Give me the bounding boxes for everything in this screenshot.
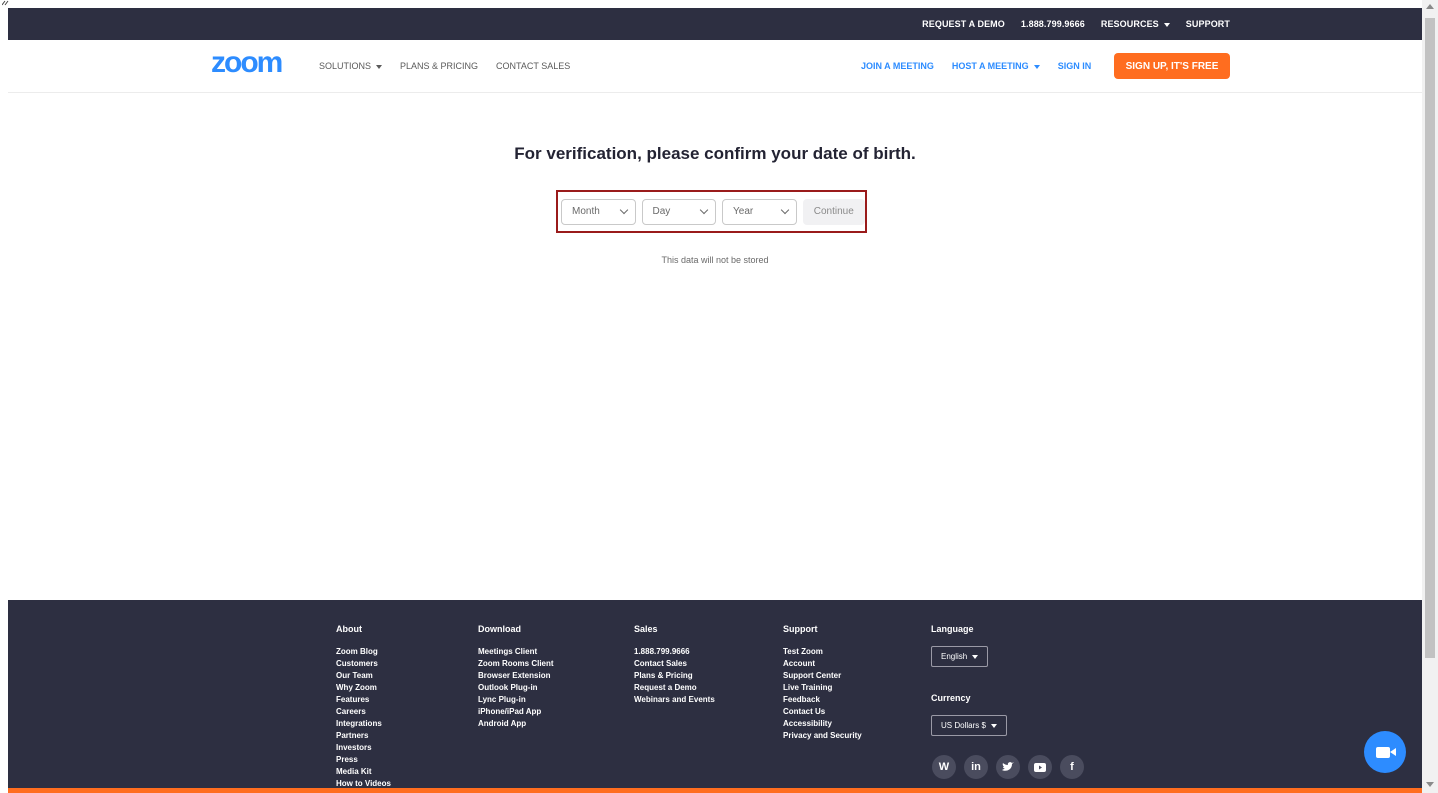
zoom-logo[interactable]: zoom [211, 46, 283, 80]
footer-link[interactable]: How to Videos [336, 779, 391, 788]
caret-down-icon [990, 723, 997, 728]
caret-down-icon [972, 654, 979, 659]
footer-link[interactable]: Contact Sales [634, 659, 687, 668]
footer-heading: Language [931, 624, 974, 634]
footer-link[interactable]: Accessibility [783, 719, 832, 728]
caret-down-icon [1033, 64, 1040, 69]
top-utility-bar: REQUEST A DEMO 1.888.799.9666 RESOURCES … [8, 8, 1422, 40]
footer-link[interactable]: Integrations [336, 719, 382, 728]
footer-support-column: Support Test Zoom Account Support Center… [783, 624, 862, 742]
footer-heading: Download [478, 624, 521, 634]
scroll-down-icon[interactable] [1426, 782, 1434, 787]
corner-mark-icon [2, 0, 9, 6]
footer-link[interactable]: Why Zoom [336, 683, 377, 692]
day-select[interactable]: Day [641, 198, 717, 225]
host-meeting-label: HOST A MEETING [951, 61, 1029, 71]
solutions-menu[interactable]: SOLUTIONS [319, 61, 383, 71]
footer-link[interactable]: Android App [478, 719, 526, 728]
social-links: W in f [932, 755, 1084, 779]
footer-link[interactable]: Plans & Pricing [634, 671, 693, 680]
footer-language-column: Language English Currency US Dollars $ [931, 624, 1007, 736]
footer-link[interactable]: Outlook Plug-in [478, 683, 538, 692]
wordpress-icon[interactable]: W [932, 755, 956, 779]
footer-link[interactable]: Webinars and Events [634, 695, 715, 704]
phone-link[interactable]: 1.888.799.9666 [1021, 19, 1085, 29]
month-select-value: Month [572, 206, 600, 217]
month-select[interactable]: Month [561, 198, 636, 225]
linkedin-icon[interactable]: in [964, 755, 988, 779]
footer-link[interactable]: Feedback [783, 695, 820, 704]
twitter-icon[interactable] [996, 755, 1020, 779]
footer-link[interactable]: Media Kit [336, 767, 372, 776]
footer: About Zoom Blog Customers Our Team Why Z… [8, 600, 1422, 788]
facebook-icon[interactable]: f [1060, 755, 1084, 779]
scroll-up-icon[interactable] [1426, 4, 1434, 9]
chevron-down-icon [780, 205, 789, 215]
footer-link[interactable]: Contact Us [783, 707, 825, 716]
footer-link[interactable]: Account [783, 659, 815, 668]
caret-down-icon [376, 64, 383, 69]
continue-button[interactable]: Continue [802, 198, 865, 225]
support-link[interactable]: SUPPORT [1186, 19, 1230, 29]
footer-heading: Support [783, 624, 818, 634]
year-select-value: Year [733, 206, 754, 217]
resources-label: RESOURCES [1100, 19, 1159, 29]
footer-link[interactable]: 1.888.799.9666 [634, 647, 690, 656]
page-title: For verification, please confirm your da… [514, 144, 916, 163]
footer-link[interactable]: Customers [336, 659, 378, 668]
caret-down-icon [1163, 22, 1170, 27]
chevron-down-icon [619, 205, 628, 215]
footer-link[interactable]: iPhone/iPad App [478, 707, 541, 716]
footer-heading: Currency [931, 693, 971, 703]
language-dropdown[interactable]: English [931, 646, 989, 667]
video-camera-icon [1376, 746, 1396, 758]
chat-widget-button[interactable] [1364, 731, 1406, 773]
footer-link[interactable]: Investors [336, 743, 372, 752]
footer-link[interactable]: Meetings Client [478, 647, 537, 656]
footer-link[interactable]: Privacy and Security [783, 731, 862, 740]
join-meeting-link[interactable]: JOIN A MEETING [861, 61, 934, 71]
footer-link[interactable]: Lync Plug-in [478, 695, 526, 704]
footer-link[interactable]: Live Training [783, 683, 832, 692]
twitter-glyph [1002, 762, 1014, 771]
youtube-icon[interactable] [1028, 755, 1052, 779]
resources-menu[interactable]: RESOURCES [1101, 19, 1170, 29]
day-select-value: Day [652, 206, 671, 217]
footer-download-column: Download Meetings Client Zoom Rooms Clie… [478, 624, 554, 730]
privacy-note: This data will not be stored [661, 255, 769, 265]
plans-pricing-link[interactable]: PLANS & PRICING [400, 61, 478, 71]
footer-heading: Sales [634, 624, 658, 634]
language-value: English [941, 652, 968, 661]
footer-link[interactable]: Zoom Rooms Client [478, 659, 554, 668]
footer-link[interactable]: Support Center [783, 671, 841, 680]
footer-link[interactable]: Test Zoom [783, 647, 823, 656]
currency-dropdown[interactable]: US Dollars $ [931, 715, 1007, 736]
main-navbar: zoom SOLUTIONS PLANS & PRICING CONTACT S… [8, 40, 1422, 93]
chevron-down-icon [699, 205, 709, 215]
request-demo-link[interactable]: REQUEST A DEMO [922, 19, 1005, 29]
dob-form: Month Day Year Continue [556, 190, 867, 233]
footer-about-column: About Zoom Blog Customers Our Team Why Z… [336, 624, 391, 790]
footer-link[interactable]: Zoom Blog [336, 647, 378, 656]
contact-sales-link[interactable]: CONTACT SALES [496, 61, 570, 71]
footer-link[interactable]: Our Team [336, 671, 373, 680]
footer-link[interactable]: Browser Extension [478, 671, 550, 680]
scrollbar-thumb[interactable] [1425, 18, 1435, 658]
year-select[interactable]: Year [722, 198, 797, 225]
currency-value: US Dollars $ [941, 721, 986, 730]
footer-link[interactable]: Request a Demo [634, 683, 697, 692]
footer-link[interactable]: Careers [336, 707, 366, 716]
footer-link[interactable]: Press [336, 755, 358, 764]
footer-sales-column: Sales 1.888.799.9666 Contact Sales Plans… [634, 624, 715, 706]
footer-link[interactable]: Partners [336, 731, 368, 740]
host-meeting-menu[interactable]: HOST A MEETING [952, 61, 1040, 71]
sign-in-link[interactable]: SIGN IN [1058, 61, 1092, 71]
signup-button[interactable]: SIGN UP, IT'S FREE [1114, 53, 1230, 79]
footer-accent-bar [8, 788, 1422, 793]
footer-heading: About [336, 624, 362, 634]
solutions-label: SOLUTIONS [319, 61, 372, 71]
youtube-glyph [1034, 762, 1046, 772]
footer-link[interactable]: Features [336, 695, 369, 704]
